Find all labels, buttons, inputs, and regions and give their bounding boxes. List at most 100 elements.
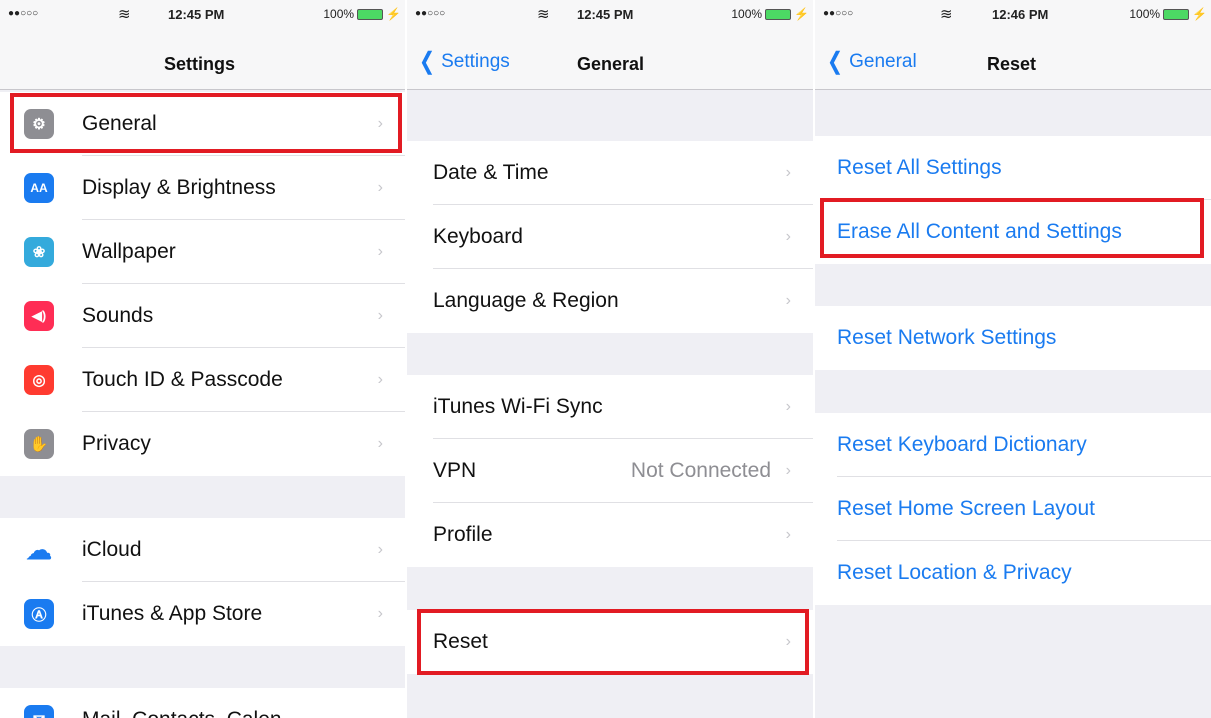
charging-icon: ⚡	[794, 7, 809, 21]
chevron-right-icon: ›	[377, 307, 383, 324]
settings-screen: ●●○○○ ≋ 12:45 PM 100% ⚡ Settings ⚙ Gener…	[0, 0, 405, 718]
settings-group-3: ✉ Mail, Contacts, Calen	[0, 688, 405, 718]
page-title: Reset	[987, 54, 1037, 74]
reset-item-label: Erase All Content and Settings	[837, 220, 1122, 243]
vpn-status-value: Not Connected	[630, 459, 771, 482]
chevron-right-icon: ›	[377, 371, 383, 388]
wallpaper-icon: ❀	[24, 237, 54, 267]
display-brightness-icon: AA	[24, 173, 54, 203]
chevron-right-icon: ›	[377, 243, 383, 260]
general-item-keyboard[interactable]: Keyboard ›	[407, 205, 813, 269]
reset-item-label: Reset Keyboard Dictionary	[837, 433, 1087, 456]
settings-item-icloud[interactable]: ☁ iCloud ›	[0, 518, 405, 582]
settings-item-mail[interactable]: ✉ Mail, Contacts, Calen	[0, 688, 405, 718]
general-group-1: Date & Time › Keyboard › Language & Regi…	[407, 141, 813, 333]
settings-item-wallpaper[interactable]: ❀ Wallpaper ›	[0, 220, 405, 284]
general-item-profile[interactable]: Profile ›	[407, 503, 813, 567]
general-item-reset[interactable]: Reset ›	[407, 610, 813, 674]
chevron-right-icon: ›	[785, 164, 791, 181]
sounds-icon: ◀)	[24, 301, 54, 331]
page-title: General	[577, 54, 645, 74]
reset-screen: ●●○○○ ≋ 12:46 PM 100% ⚡ ❮ General Reset …	[815, 0, 1211, 718]
chevron-right-icon: ›	[785, 633, 791, 650]
settings-group-1: ⚙ General › AA Display & Brightness › ❀ …	[0, 92, 405, 476]
mail-icon: ✉	[24, 705, 54, 718]
general-item-label: Reset	[433, 630, 488, 653]
icloud-icon: ☁	[26, 534, 52, 565]
reset-item-label: Reset Location & Privacy	[837, 561, 1072, 584]
chevron-right-icon: ›	[785, 228, 791, 245]
chevron-right-icon: ›	[377, 435, 383, 452]
erase-all-content-button[interactable]: Erase All Content and Settings	[815, 200, 1211, 264]
battery-indicator: 100% ⚡	[1129, 7, 1207, 21]
fingerprint-icon: ◎	[24, 365, 54, 395]
settings-item-label: Privacy	[82, 432, 151, 455]
reset-all-settings-button[interactable]: Reset All Settings	[815, 136, 1211, 200]
battery-percent: 100%	[1129, 7, 1161, 21]
general-item-label: Date & Time	[433, 161, 549, 184]
settings-item-label: iCloud	[82, 538, 142, 561]
settings-item-label: Mail, Contacts, Calen	[82, 708, 282, 718]
status-time: 12:45 PM	[168, 7, 225, 22]
settings-item-touch-id[interactable]: ◎ Touch ID & Passcode ›	[0, 348, 405, 412]
charging-icon: ⚡	[386, 7, 401, 21]
general-screen: ●●○○○ ≋ 12:45 PM 100% ⚡ ❮ Settings Gener…	[407, 0, 813, 718]
chevron-right-icon: ›	[377, 179, 383, 196]
reset-group-1: Reset All Settings Erase All Content and…	[815, 136, 1211, 264]
wifi-icon: ≋	[118, 6, 131, 23]
settings-item-sounds[interactable]: ◀) Sounds ›	[0, 284, 405, 348]
status-time: 12:46 PM	[992, 7, 1049, 22]
reset-keyboard-dictionary-button[interactable]: Reset Keyboard Dictionary	[815, 413, 1211, 477]
settings-item-display-brightness[interactable]: AA Display & Brightness ›	[0, 156, 405, 220]
charging-icon: ⚡	[1192, 7, 1207, 21]
status-bar: ●●○○○ ≋ 12:45 PM 100% ⚡	[0, 0, 405, 28]
page-title: Settings	[164, 54, 236, 74]
signal-indicator: ●●○○○	[823, 8, 854, 19]
battery-icon	[1163, 8, 1190, 20]
chevron-right-icon: ›	[785, 292, 791, 309]
reset-item-label: Reset Network Settings	[837, 326, 1057, 349]
chevron-right-icon: ›	[377, 541, 383, 558]
general-item-vpn[interactable]: VPN Not Connected ›	[407, 439, 813, 503]
chevron-right-icon: ›	[785, 398, 791, 415]
battery-percent: 100%	[323, 7, 355, 21]
general-item-label: Profile	[433, 523, 493, 546]
battery-percent: 100%	[731, 7, 763, 21]
settings-item-itunes-app-store[interactable]: Ⓐ iTunes & App Store ›	[0, 582, 405, 646]
chevron-right-icon: ›	[377, 115, 383, 132]
reset-group-2: Reset Network Settings	[815, 306, 1211, 370]
general-item-date-time[interactable]: Date & Time ›	[407, 141, 813, 205]
back-button[interactable]: ❮ General	[825, 50, 917, 74]
chevron-right-icon: ›	[785, 526, 791, 543]
general-item-label: VPN	[433, 459, 477, 482]
signal-indicator: ●●○○○	[8, 8, 39, 19]
settings-group-2: ☁ iCloud › Ⓐ iTunes & App Store ›	[0, 518, 405, 646]
settings-item-privacy[interactable]: ✋ Privacy ›	[0, 412, 405, 476]
general-item-label: Keyboard	[433, 225, 523, 248]
back-button-label: General	[849, 51, 917, 72]
chevron-left-icon: ❮	[827, 48, 844, 75]
privacy-hand-icon: ✋	[24, 429, 54, 459]
reset-home-screen-layout-button[interactable]: Reset Home Screen Layout	[815, 477, 1211, 541]
general-item-label: Language & Region	[433, 289, 619, 312]
general-item-itunes-wifi-sync[interactable]: iTunes Wi-Fi Sync ›	[407, 375, 813, 439]
wifi-icon: ≋	[940, 6, 953, 23]
battery-icon	[357, 8, 384, 20]
general-item-language-region[interactable]: Language & Region ›	[407, 269, 813, 333]
back-button[interactable]: ❮ Settings	[417, 50, 510, 74]
chevron-left-icon: ❮	[419, 48, 436, 75]
reset-network-settings-button[interactable]: Reset Network Settings	[815, 306, 1211, 370]
gear-icon: ⚙	[24, 109, 54, 139]
settings-item-label: Sounds	[82, 304, 154, 327]
reset-location-privacy-button[interactable]: Reset Location & Privacy	[815, 541, 1211, 605]
settings-item-general[interactable]: ⚙ General ›	[0, 92, 405, 156]
battery-indicator: 100% ⚡	[731, 7, 809, 21]
settings-item-label: Wallpaper	[82, 240, 176, 263]
navigation-bar: ❮ Settings General	[407, 28, 813, 90]
general-group-2: iTunes Wi-Fi Sync › VPN Not Connected › …	[407, 375, 813, 567]
reset-item-label: Reset All Settings	[837, 156, 1002, 179]
chevron-right-icon: ›	[785, 462, 791, 479]
settings-item-label: Touch ID & Passcode	[82, 368, 283, 391]
navigation-bar: ❮ General Reset	[815, 28, 1211, 90]
status-bar: ●●○○○ ≋ 12:46 PM 100% ⚡	[815, 0, 1211, 28]
